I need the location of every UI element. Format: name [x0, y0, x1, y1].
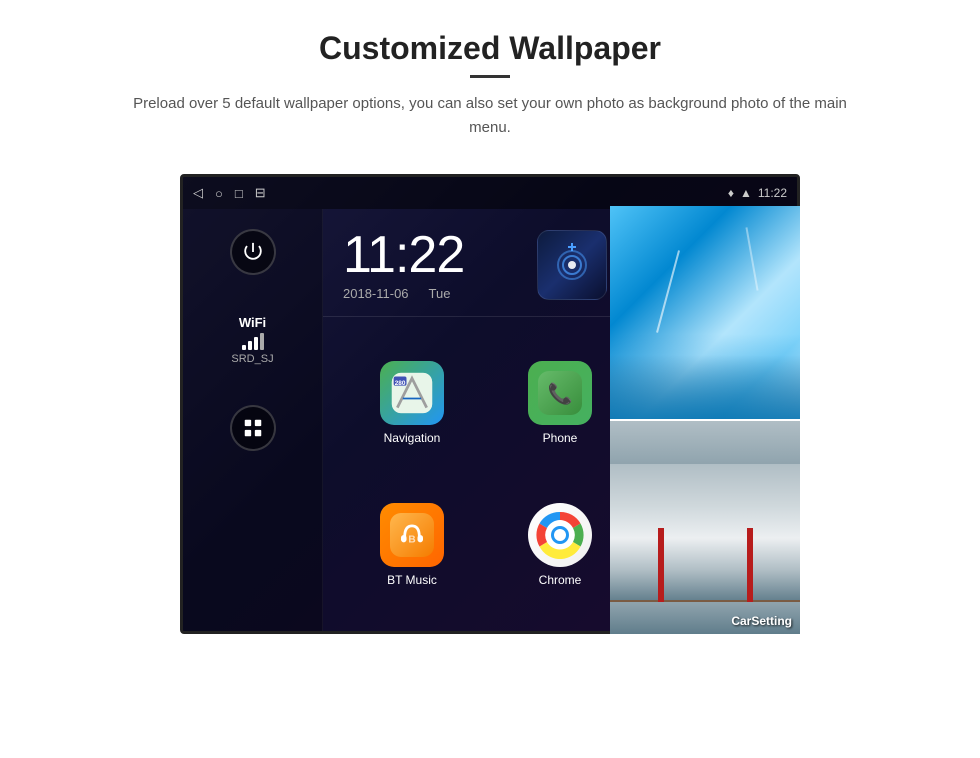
clock-date-value: 2018-11-06 [343, 286, 409, 301]
ice-detail-1 [656, 250, 680, 333]
ice-detail-2 [745, 228, 758, 291]
page-subtitle: Preload over 5 default wallpaper options… [130, 92, 850, 140]
svg-text:B: B [408, 534, 415, 545]
navigation-label: Navigation [384, 431, 441, 445]
status-bar: ◁ ○ □ ⊟ ♦ ▲ 11:22 [183, 177, 797, 209]
recent-icon[interactable]: □ [235, 186, 243, 201]
clock-day-value: Tue [429, 286, 451, 301]
wallpaper-bridge-bg [610, 421, 800, 634]
wifi-bar-4 [260, 333, 264, 350]
app-navigation[interactable]: 280 Navigation [338, 332, 486, 474]
phone-icon: 📞 [528, 361, 592, 425]
status-nav-icons: ◁ ○ □ ⊟ [193, 185, 266, 201]
wallpaper-ice-bg [610, 206, 800, 419]
app-btmusic[interactable]: B BT Music [338, 474, 486, 616]
apps-grid-button[interactable] [230, 405, 276, 451]
wifi-section: WiFi SRD_SJ [231, 315, 273, 365]
back-icon[interactable]: ◁ [193, 185, 203, 201]
svg-text:📞: 📞 [547, 380, 573, 405]
screenshot-icon[interactable]: ⊟ [255, 185, 266, 201]
clock-status: 11:22 [758, 186, 787, 200]
location-icon: ♦ [728, 186, 734, 200]
wifi-bar-2 [248, 341, 252, 350]
page-wrapper: Customized Wallpaper Preload over 5 defa… [0, 0, 980, 758]
clock-time: 11:22 [343, 229, 464, 281]
navigation-icon: 280 [380, 361, 444, 425]
title-divider [470, 75, 510, 78]
chrome-icon [528, 503, 592, 567]
clock-date: 2018-11-06 Tue [343, 286, 464, 301]
wallpaper-panel: CarSetting [610, 206, 800, 634]
wifi-bar-3 [254, 337, 258, 350]
clock-info: 11:22 2018-11-06 Tue [343, 229, 464, 301]
carsetting-label: CarSetting [731, 614, 792, 628]
btmusic-icon: B [380, 503, 444, 567]
power-button[interactable] [230, 229, 276, 275]
wallpaper-ice-thumb[interactable] [610, 206, 800, 421]
btmusic-label: BT Music [387, 573, 437, 587]
signal-icon: ▲ [740, 186, 752, 200]
status-right-icons: ♦ ▲ 11:22 [728, 186, 787, 200]
svg-text:280: 280 [395, 380, 406, 387]
wifi-label: WiFi [231, 315, 273, 330]
home-icon[interactable]: ○ [215, 186, 223, 201]
left-sidebar: WiFi SRD_SJ [183, 209, 323, 631]
wifi-bar-1 [242, 345, 246, 350]
wifi-signal-bars [231, 334, 273, 350]
device-area: ◁ ○ □ ⊟ ♦ ▲ 11:22 [180, 174, 800, 634]
phone-label: Phone [543, 431, 578, 445]
title-section: Customized Wallpaper Preload over 5 defa… [130, 30, 850, 140]
chrome-label: Chrome [539, 573, 582, 587]
page-title: Customized Wallpaper [130, 30, 850, 67]
wallpaper-bridge-thumb[interactable]: CarSetting [610, 421, 800, 634]
wifi-ssid: SRD_SJ [231, 353, 273, 365]
radio-widget[interactable] [537, 230, 607, 300]
